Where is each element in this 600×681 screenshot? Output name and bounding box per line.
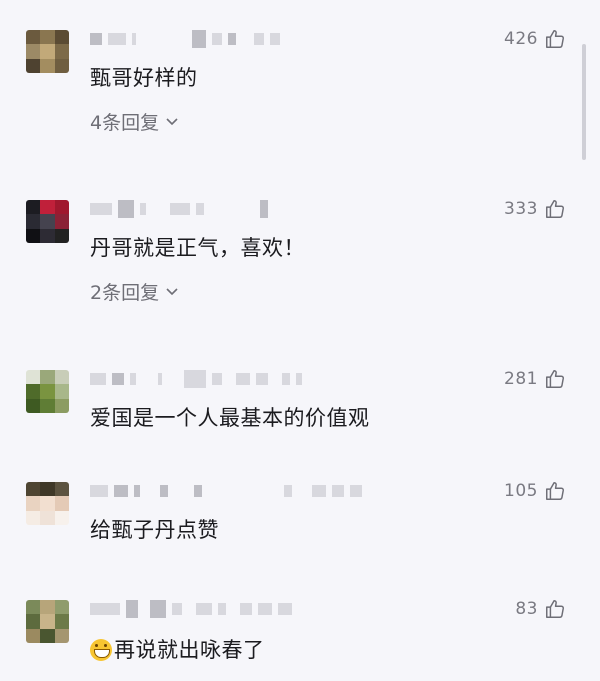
username-blurred[interactable] (90, 598, 298, 620)
avatar[interactable] (26, 370, 69, 413)
comment-text: 甄哥好样的 (90, 66, 198, 90)
avatar[interactable] (26, 600, 69, 643)
like-count: 281 (504, 369, 538, 389)
like-count: 105 (504, 481, 538, 501)
expand-replies-button[interactable]: 2条回复 (90, 278, 179, 305)
scrollbar[interactable] (582, 44, 586, 160)
like-button[interactable]: 281 (504, 368, 566, 390)
thumbs-up-icon (546, 370, 564, 388)
like-count: 333 (504, 199, 538, 219)
grinning-face-emoji (90, 639, 112, 661)
avatar[interactable] (26, 482, 69, 525)
like-count: 426 (504, 29, 538, 49)
username-blurred[interactable] (90, 368, 308, 390)
avatar[interactable] (26, 200, 69, 243)
thumbs-up-icon (546, 200, 564, 218)
username-blurred[interactable] (90, 198, 274, 220)
avatar[interactable] (26, 30, 69, 73)
comment-text: 丹哥就是正气，喜欢！ (90, 236, 305, 260)
comment-text: 再说就出咏春了 (90, 634, 265, 664)
like-button[interactable]: 83 (515, 598, 566, 620)
like-button[interactable]: 426 (504, 28, 566, 50)
thumbs-up-icon (546, 600, 564, 618)
thumbs-up-icon (546, 30, 564, 48)
comment-text: 爱国是一个人最基本的价值观 (90, 406, 370, 430)
comment-text: 给甄子丹点赞 (90, 518, 219, 542)
like-button[interactable]: 105 (504, 480, 566, 502)
chevron-down-icon (166, 287, 178, 295)
expand-replies-button[interactable]: 4条回复 (90, 108, 179, 135)
username-blurred[interactable] (90, 480, 368, 502)
like-button[interactable]: 333 (504, 198, 566, 220)
username-blurred[interactable] (90, 28, 286, 50)
like-count: 83 (515, 599, 538, 619)
thumbs-up-icon (546, 482, 564, 500)
chevron-down-icon (166, 117, 178, 125)
